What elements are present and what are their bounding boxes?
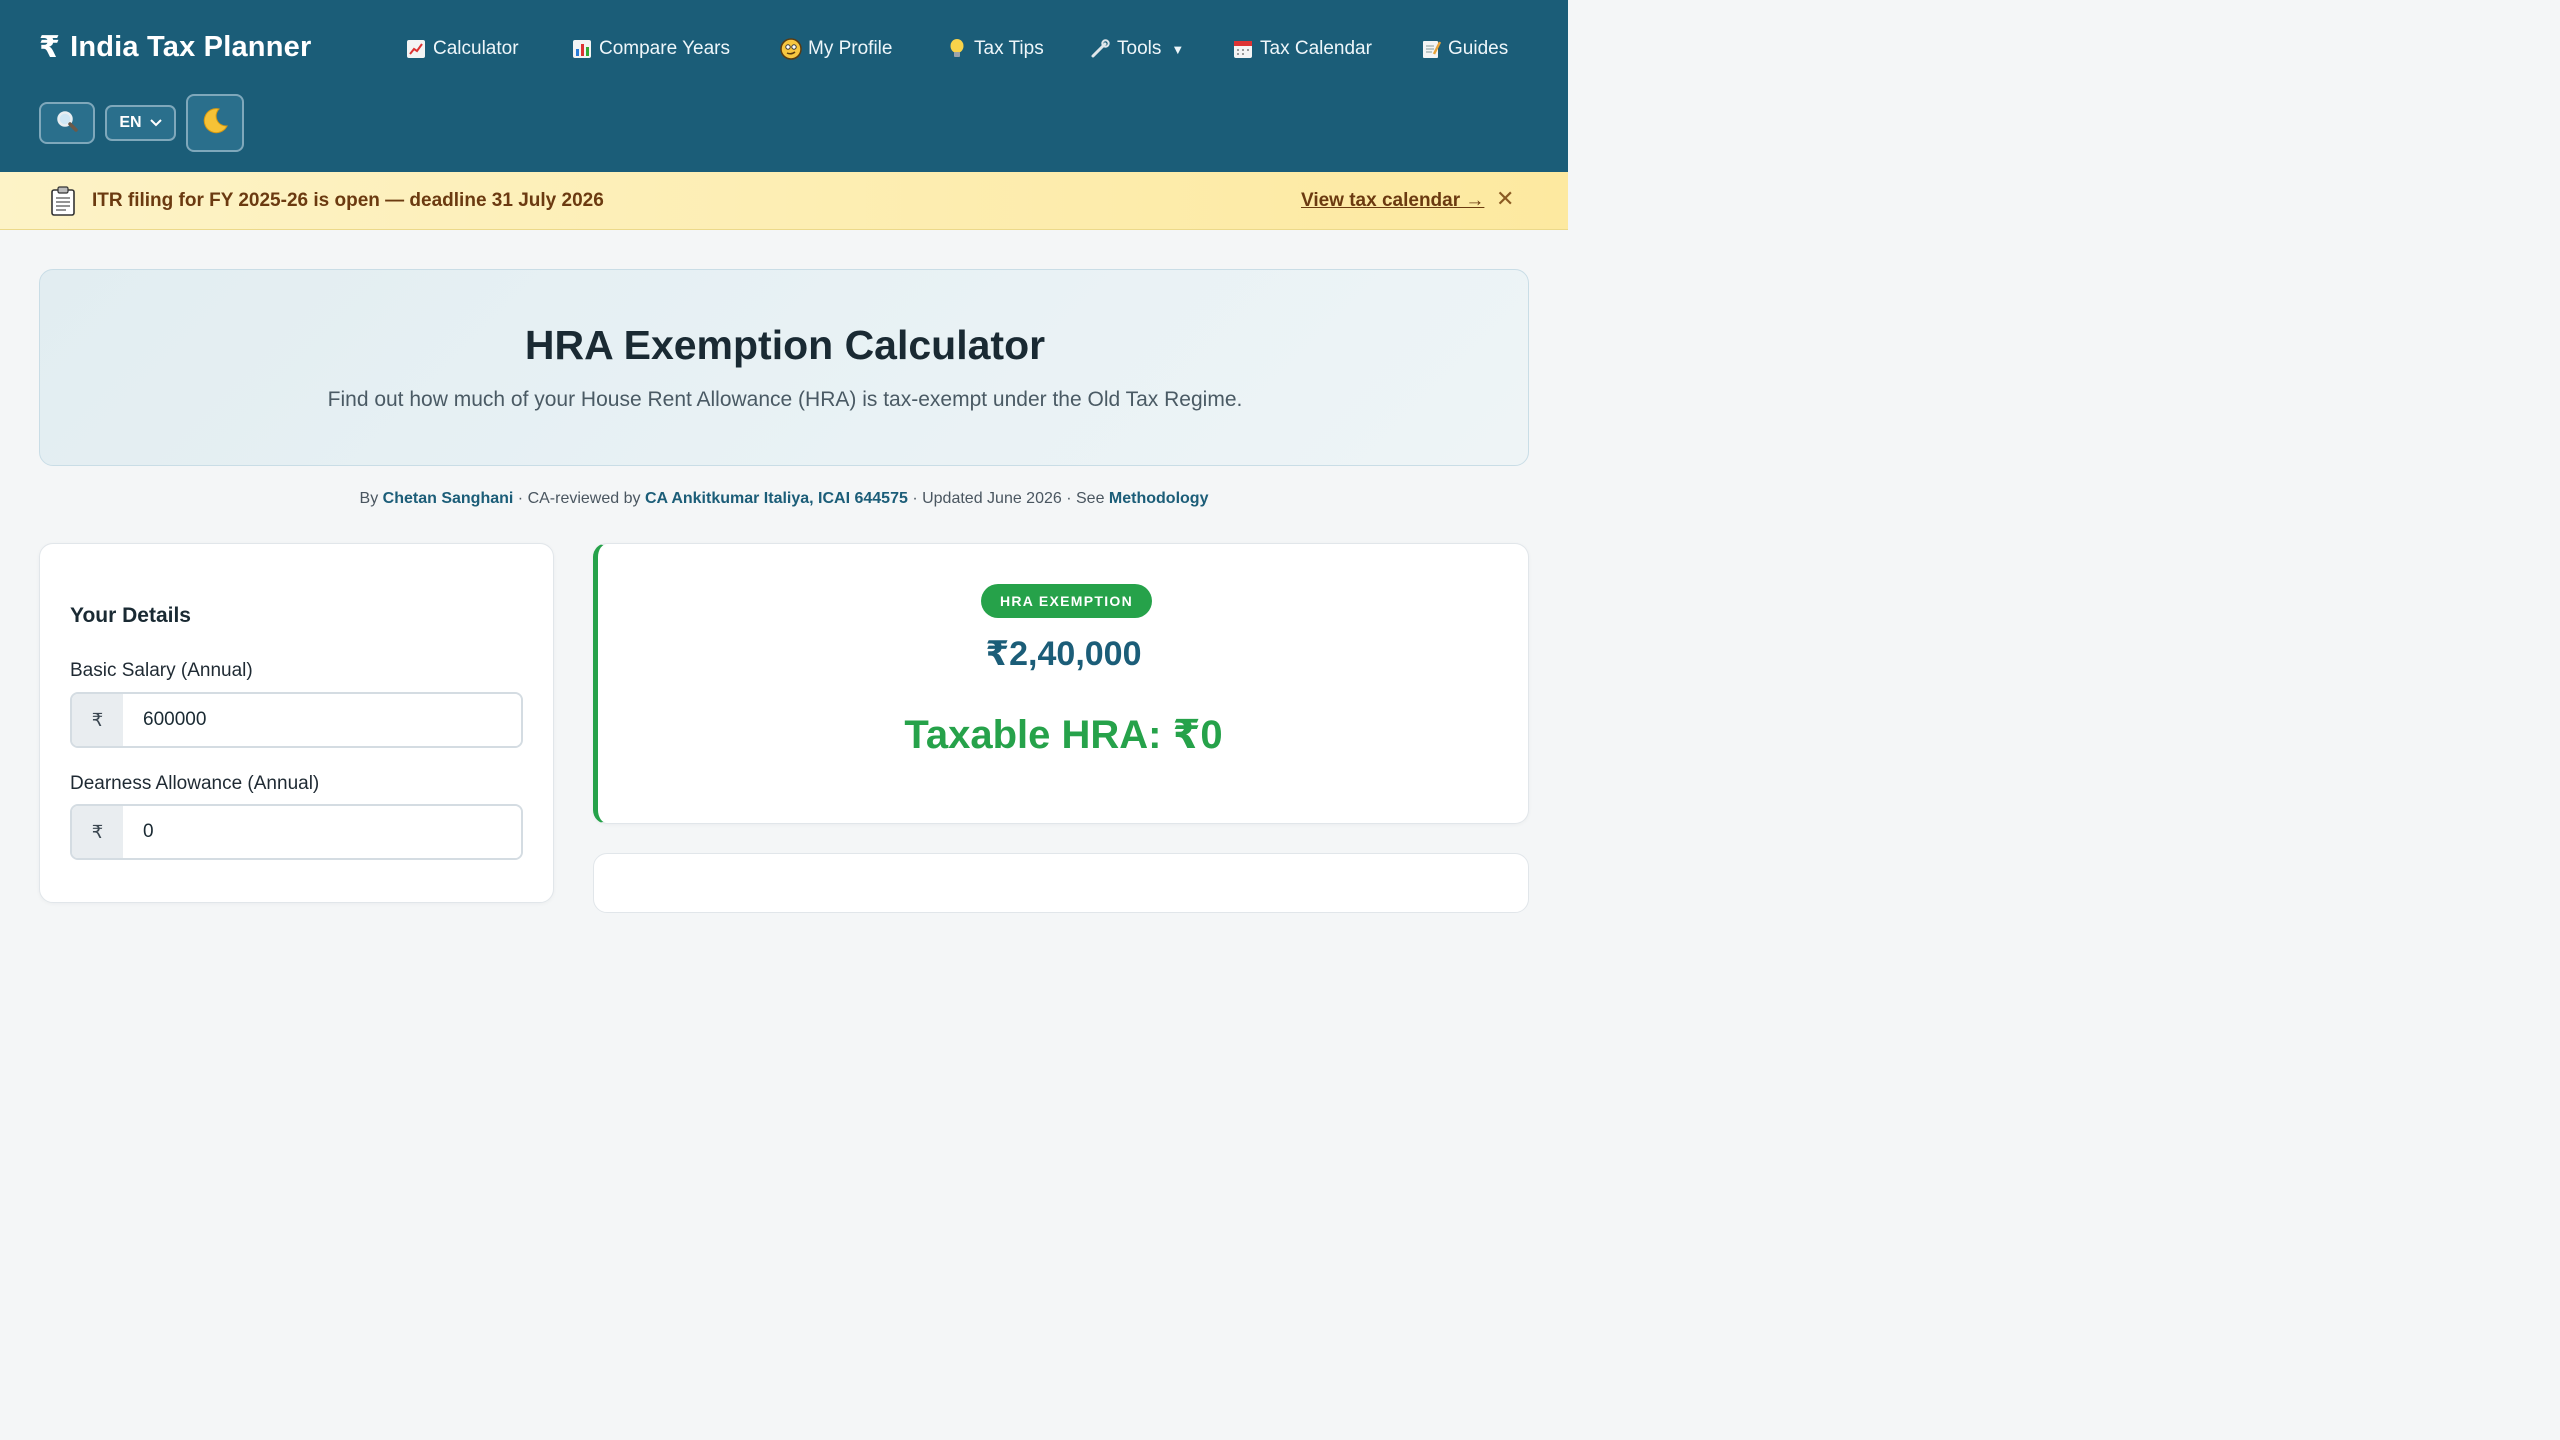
nav-compare-years[interactable]: Compare Years [571,32,730,66]
details-heading: Your Details [70,604,191,627]
memo-icon [1420,38,1442,60]
byline-reviewed: · CA-reviewed by [517,490,641,507]
site-header: ₹ India Tax Planner Calculator Compare Y… [0,0,1568,172]
byline-by: By [359,490,379,507]
nav-calculator-label: Calculator [433,38,519,59]
search-button[interactable] [39,102,95,144]
author-link[interactable]: Chetan Sanghani [383,490,514,507]
breakdown-card [593,853,1529,913]
chart-up-icon [405,38,427,60]
rupee-prefix: ₹ [72,806,123,858]
clipboard-icon [50,186,76,216]
byline: By Chetan Sanghani · CA-reviewed by CA A… [0,490,1568,508]
nav-calculator[interactable]: Calculator [405,32,519,66]
nav-tax-tips[interactable]: Tax Tips [946,32,1044,66]
nav-guides[interactable]: Guides [1420,32,1508,66]
methodology-link[interactable]: Methodology [1109,490,1209,507]
bar-chart-icon [571,38,593,60]
view-tax-calendar-link[interactable]: View tax calendar → [1301,190,1484,212]
nav-tax-calendar[interactable]: Tax Calendar [1232,32,1372,66]
nav-my-profile[interactable]: My Profile [780,32,892,66]
nav-guides-label: Guides [1448,38,1509,59]
language-select[interactable]: EN [105,105,176,141]
dearness-allowance-input[interactable] [123,806,521,858]
basic-salary-field: ₹ [70,692,523,748]
language-value: EN [119,114,142,131]
nav-tools[interactable]: Tools ▼ [1089,32,1184,66]
exemption-amount: ₹2,40,000 [985,635,1142,673]
nav-tools-label: Tools [1117,38,1162,59]
announcement-bar: ITR filing for FY 2025-26 is open — dead… [0,172,1568,230]
reviewer-link[interactable]: CA Ankitkumar Italiya, ICAI 644575 [645,490,908,507]
face-icon [780,38,802,60]
moon-icon [200,106,230,141]
announcement-text: ITR filing for FY 2025-26 is open — dead… [92,190,604,211]
wrench-icon [1089,38,1111,60]
basic-salary-label: Basic Salary (Annual) [70,660,253,681]
dearness-allowance-label: Dearness Allowance (Annual) [70,773,320,794]
details-card: Your Details Basic Salary (Annual) ₹ Dea… [39,543,554,903]
byline-updated: · Updated June 2026 · See [912,490,1105,507]
close-icon[interactable]: ✕ [1496,186,1514,212]
caret-down-icon: ▼ [1171,41,1185,57]
page-title: HRA Exemption Calculator [524,322,1046,368]
basic-salary-input[interactable] [123,694,521,746]
dearness-allowance-field: ₹ [70,804,523,860]
nav-tax-tips-label: Tax Tips [974,38,1044,59]
taxable-hra: Taxable HRA: ₹0 [904,713,1223,757]
hero-banner: HRA Exemption Calculator Find out how mu… [39,269,1529,466]
hra-exemption-badge: HRA EXEMPTION [981,584,1152,618]
page-subtitle: Find out how much of your House Rent All… [327,388,1243,411]
search-icon [55,109,79,138]
nav-tax-calendar-label: Tax Calendar [1260,38,1372,59]
result-card: HRA EXEMPTION ₹2,40,000 Taxable HRA: ₹0 [593,543,1529,824]
theme-toggle-button[interactable] [186,94,244,152]
rupee-prefix: ₹ [72,694,123,746]
lightbulb-icon [946,38,968,60]
nav-my-profile-label: My Profile [808,38,893,59]
nav-compare-years-label: Compare Years [599,38,730,59]
chevron-down-icon [149,114,162,132]
calendar-icon [1232,38,1254,60]
main-nav: Calculator Compare Years My Profile Tax … [0,32,1568,66]
